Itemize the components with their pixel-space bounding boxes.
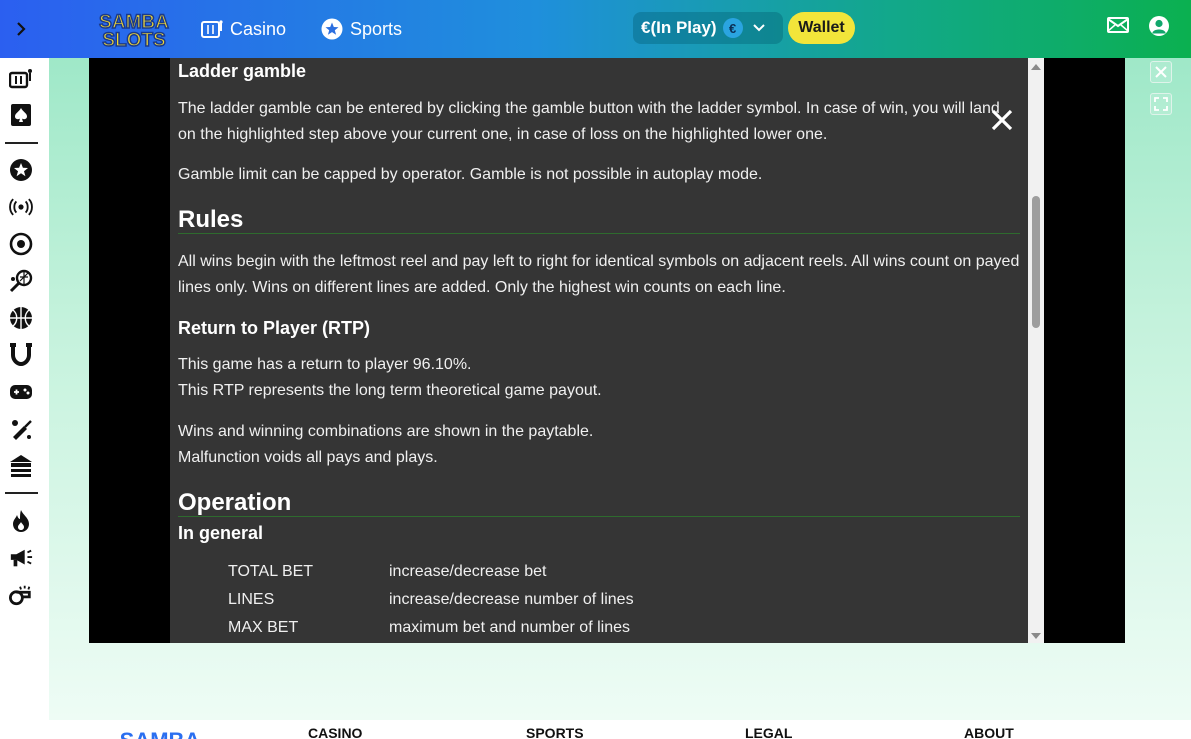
- rtp-heading: Return to Player (RTP): [178, 318, 371, 338]
- rtp-line-1: This game has a return to player 96.10%.: [178, 356, 472, 373]
- footer-casino-heading: CASINO: [308, 725, 363, 739]
- heading-underline: [178, 233, 1020, 234]
- nav-casino-label: Casino: [230, 18, 287, 39]
- basketball-icon: [10, 307, 32, 329]
- nav-sports[interactable]: Sports: [321, 0, 402, 58]
- sidebar-item-table-games[interactable]: [9, 454, 33, 478]
- horseshoe-icon: [10, 343, 32, 367]
- casino-icon: [9, 69, 32, 89]
- scroll-down-arrow[interactable]: [1031, 633, 1041, 639]
- wallet-button[interactable]: Wallet: [788, 12, 855, 44]
- close-icon: [1155, 66, 1167, 78]
- heading-underline: [178, 516, 1020, 517]
- sidebar-divider: [5, 492, 38, 494]
- operation-key: MAX BET: [228, 619, 299, 636]
- game-rules-panel[interactable]: Ladder gamble The ladder gamble can be e…: [170, 58, 1028, 643]
- operation-key: LINES: [228, 591, 275, 608]
- footer-logo[interactable]: SAMBA: [112, 722, 208, 739]
- ladder-gamble-text: The ladder gamble can be entered by clic…: [178, 100, 1000, 143]
- sidebar-item-horse-racing[interactable]: [9, 343, 33, 367]
- cricket-icon: [12, 420, 32, 440]
- gamepad-icon: [10, 385, 32, 399]
- operation-value: maximum bet and number of lines: [389, 619, 630, 636]
- sidebar: [0, 58, 42, 739]
- operation-heading: Operation: [178, 489, 292, 516]
- operation-value: increase/decrease bet: [389, 563, 547, 580]
- chevron-right-icon: [17, 22, 26, 36]
- sidebar-item-cricket[interactable]: [9, 417, 33, 441]
- sidebar-item-football[interactable]: [9, 232, 33, 256]
- nav-sports-label: Sports: [350, 18, 403, 39]
- footer: [49, 720, 1191, 739]
- balance-value: €(In Play): [641, 18, 717, 37]
- in-general-heading: In general: [178, 523, 264, 543]
- rules-text: All wins begin with the leftmost reel an…: [178, 253, 1020, 296]
- rules-heading: Rules: [178, 206, 244, 233]
- rtp-line-2: This RTP represents the long term theore…: [178, 382, 602, 399]
- sidebar-item-promotions[interactable]: [9, 546, 33, 570]
- scroll-thumb[interactable]: [1032, 196, 1040, 328]
- sidebar-expand-button[interactable]: [0, 0, 42, 58]
- currency-badge: €: [722, 18, 743, 38]
- megaphone-icon: [10, 549, 33, 567]
- operation-key: TOTAL BET: [228, 563, 314, 580]
- ladder-gamble-heading: Ladder gamble: [178, 61, 307, 81]
- gamble-limit-text: Gamble limit can be capped by operator. …: [178, 166, 763, 183]
- account-button[interactable]: [1148, 15, 1170, 42]
- sidebar-item-tennis[interactable]: [9, 269, 33, 293]
- mail-icon: [1107, 17, 1129, 33]
- mail-button[interactable]: [1107, 17, 1129, 38]
- fullscreen-button[interactable]: [1150, 93, 1172, 115]
- slot-machine-icon: [201, 20, 223, 38]
- wins-line-1: Wins and winning combinations are shown …: [178, 423, 594, 440]
- footer-logo-text: SAMBA: [120, 728, 201, 739]
- star-icon: [10, 159, 32, 181]
- sidebar-item-basketball[interactable]: [9, 306, 33, 330]
- wins-line-2: Malfunction voids all pays and plays.: [178, 449, 438, 466]
- rules-scrollbar[interactable]: [1028, 58, 1044, 643]
- chevron-down-icon: [752, 24, 765, 32]
- footer-about-heading: ABOUT: [964, 725, 1014, 739]
- sidebar-divider: [5, 142, 38, 144]
- sidebar-item-casino[interactable]: [9, 66, 33, 90]
- top-bar: SAMBA SLOTS Casino Sports €(In Play) € W…: [0, 0, 1191, 58]
- user-icon: [1149, 16, 1169, 36]
- sidebar-item-esports[interactable]: [9, 380, 33, 404]
- football-icon: [9, 232, 33, 256]
- tennis-icon: [9, 269, 33, 293]
- samba-slots-logo[interactable]: SAMBA SLOTS: [88, 9, 180, 52]
- sidebar-item-referee[interactable]: [9, 583, 33, 607]
- balance-dropdown[interactable]: €(In Play) €: [633, 12, 783, 44]
- close-icon: [991, 109, 1013, 131]
- whistle-icon: [9, 585, 31, 606]
- logo-text-line2: SLOTS: [102, 30, 165, 49]
- footer-legal-heading: LEGAL: [745, 725, 793, 739]
- scroll-up-arrow[interactable]: [1031, 64, 1041, 70]
- cards-icon: [11, 104, 31, 126]
- sidebar-item-live[interactable]: [9, 195, 33, 219]
- close-rules-button[interactable]: [988, 106, 1016, 134]
- fire-icon: [13, 510, 29, 532]
- sidebar-item-featured[interactable]: [9, 158, 33, 182]
- operation-value: increase/decrease number of lines: [389, 591, 634, 608]
- sidebar-item-cards[interactable]: [9, 103, 33, 127]
- fullscreen-icon: [1154, 97, 1168, 111]
- live-icon: [9, 198, 33, 216]
- table-games-icon: [10, 455, 32, 477]
- nav-casino[interactable]: Casino: [201, 0, 286, 58]
- footer-sports-heading: SPORTS: [526, 725, 584, 739]
- sidebar-item-hot[interactable]: [9, 509, 33, 533]
- close-game-button[interactable]: [1150, 61, 1172, 83]
- star-badge-icon: [321, 18, 343, 40]
